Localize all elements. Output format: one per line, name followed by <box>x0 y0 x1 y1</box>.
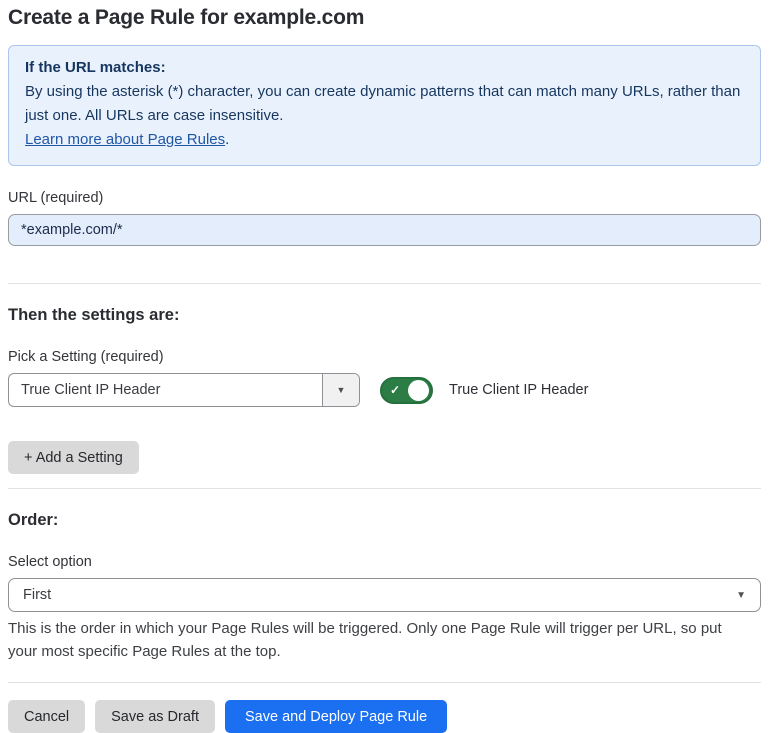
section-divider <box>8 488 761 489</box>
url-match-info-box: If the URL matches: By using the asteris… <box>8 45 761 166</box>
footer-divider <box>8 682 761 683</box>
info-box-body-text: By using the asterisk (*) character, you… <box>25 83 740 124</box>
link-suffix: . <box>225 131 229 148</box>
footer-actions: Cancel Save as Draft Save and Deploy Pag… <box>8 700 761 733</box>
info-box-body: By using the asterisk (*) character, you… <box>25 80 744 152</box>
learn-more-link[interactable]: Learn more about Page Rules <box>25 131 225 148</box>
order-select[interactable]: First ▼ <box>8 578 761 612</box>
check-icon: ✓ <box>390 384 400 396</box>
toggle-knob <box>408 380 429 401</box>
section-divider <box>8 283 761 284</box>
page-title: Create a Page Rule for example.com <box>8 6 761 30</box>
order-select-value: First <box>23 587 51 603</box>
order-heading: Order: <box>8 511 761 530</box>
setting-select[interactable]: True Client IP Header ▼ <box>8 373 360 407</box>
url-label: URL (required) <box>8 190 761 206</box>
save-draft-button[interactable]: Save as Draft <box>95 700 215 733</box>
chevron-down-icon: ▼ <box>736 590 746 601</box>
chevron-down-icon: ▼ <box>337 385 346 395</box>
page-rule-form: Create a Page Rule for example.com If th… <box>0 0 769 733</box>
toggle-label: True Client IP Header <box>449 382 588 398</box>
add-setting-button[interactable]: + Add a Setting <box>8 441 139 474</box>
order-help-text: This is the order in which your Page Rul… <box>8 618 753 663</box>
setting-select-value: True Client IP Header <box>9 374 322 406</box>
info-box-heading: If the URL matches: <box>25 56 744 80</box>
cancel-button[interactable]: Cancel <box>8 700 85 733</box>
url-input[interactable] <box>8 214 761 246</box>
setting-row: True Client IP Header ▼ ✓ True Client IP… <box>8 373 761 407</box>
pick-setting-label: Pick a Setting (required) <box>8 349 761 365</box>
settings-heading: Then the settings are: <box>8 306 761 325</box>
setting-toggle[interactable]: ✓ <box>380 377 433 404</box>
setting-select-caret-segment[interactable]: ▼ <box>322 374 359 406</box>
save-deploy-button[interactable]: Save and Deploy Page Rule <box>225 700 447 733</box>
order-select-label: Select option <box>8 554 761 570</box>
